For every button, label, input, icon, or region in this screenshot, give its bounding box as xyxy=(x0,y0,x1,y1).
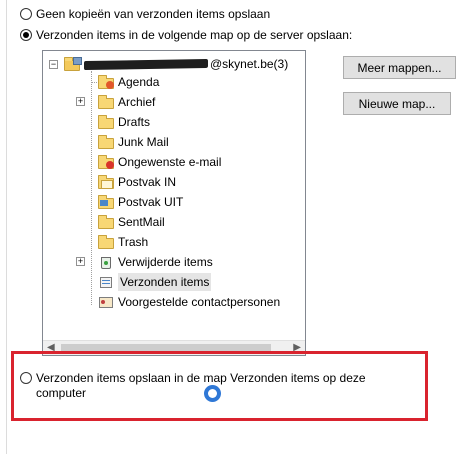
tree-item-voorgestelde-contactpersonen[interactable]: Voorgestelde contactpersonen xyxy=(98,293,280,311)
expand-icon[interactable]: + xyxy=(76,257,85,266)
tree-item-label: Voorgestelde contactpersonen xyxy=(118,295,281,309)
option-no-copies[interactable]: Geen kopieën van verzonden items opslaan xyxy=(20,7,270,21)
tree-item-verzonden-items[interactable]: Verzonden items xyxy=(98,273,212,291)
folder-icon xyxy=(98,95,114,109)
new-folder-button[interactable]: Nieuwe map... xyxy=(343,92,451,115)
junk-mail-folder-icon xyxy=(98,155,114,169)
redacted-email-user xyxy=(84,59,208,71)
tree-item-label: Verzonden items xyxy=(118,273,212,291)
tree-root-label: @skynet.be(3) xyxy=(84,55,288,73)
tree-item-label: Agenda xyxy=(118,75,160,89)
tree-item-label: Ongewenste e-mail xyxy=(118,155,222,169)
recycle-bin-icon xyxy=(98,255,114,269)
tree-item-postvak-in[interactable]: Postvak IN xyxy=(98,173,176,191)
tree-root-account[interactable]: − @skynet.be(3) xyxy=(49,55,288,73)
tree-item-verwijderde-items[interactable]: + Verwijderde items xyxy=(76,253,213,271)
folder-icon xyxy=(98,115,114,129)
highlight-box xyxy=(11,351,428,421)
dialog-left-border xyxy=(6,0,7,454)
option-server-folder-label: Verzonden items in de volgende map op de… xyxy=(36,28,353,42)
calendar-folder-icon xyxy=(98,75,114,89)
tree-item-ongewenste-email[interactable]: Ongewenste e-mail xyxy=(98,153,221,171)
radio-server-folder[interactable] xyxy=(20,29,32,41)
tree-item-label: SentMail xyxy=(118,215,165,229)
folder-icon xyxy=(98,215,114,229)
folder-icon xyxy=(98,135,114,149)
collapse-icon[interactable]: − xyxy=(49,59,58,69)
option-no-copies-label: Geen kopieën van verzonden items opslaan xyxy=(36,7,271,21)
tree-item-label: Archief xyxy=(118,95,156,109)
contacts-folder-icon xyxy=(98,295,114,309)
tree-item-drafts[interactable]: Drafts xyxy=(98,113,150,131)
tree-item-label: Junk Mail xyxy=(118,135,169,149)
tree-item-archief[interactable]: + Archief xyxy=(76,93,156,111)
mailbox-icon xyxy=(64,57,82,71)
tree-item-sentmail[interactable]: SentMail xyxy=(98,213,165,231)
tree-item-postvak-uit[interactable]: Postvak UIT xyxy=(98,193,183,211)
folder-tree[interactable]: − @skynet.be(3) Agenda + Archief Drafts … xyxy=(42,50,306,356)
busy-cursor-icon xyxy=(204,385,221,402)
tree-item-trash[interactable]: Trash xyxy=(98,233,148,251)
tree-item-label: Trash xyxy=(118,235,149,249)
option-server-folder[interactable]: Verzonden items in de volgende map op de… xyxy=(20,28,352,42)
tree-item-label: Postvak IN xyxy=(118,175,177,189)
tree-item-agenda[interactable]: Agenda xyxy=(91,73,160,91)
inbox-folder-icon xyxy=(98,175,114,189)
outbox-folder-icon xyxy=(98,195,114,209)
tree-item-label: Postvak UIT xyxy=(118,195,184,209)
more-folders-button[interactable]: Meer mappen... xyxy=(343,56,456,79)
radio-no-copies[interactable] xyxy=(20,8,32,20)
tree-connector xyxy=(91,71,92,305)
expand-icon[interactable]: + xyxy=(76,97,85,106)
tree-item-label: Drafts xyxy=(118,115,151,129)
sent-items-icon xyxy=(98,275,114,289)
folder-icon xyxy=(98,235,114,249)
tree-item-label: Verwijderde items xyxy=(118,255,213,269)
tree-item-junk-mail[interactable]: Junk Mail xyxy=(98,133,169,151)
